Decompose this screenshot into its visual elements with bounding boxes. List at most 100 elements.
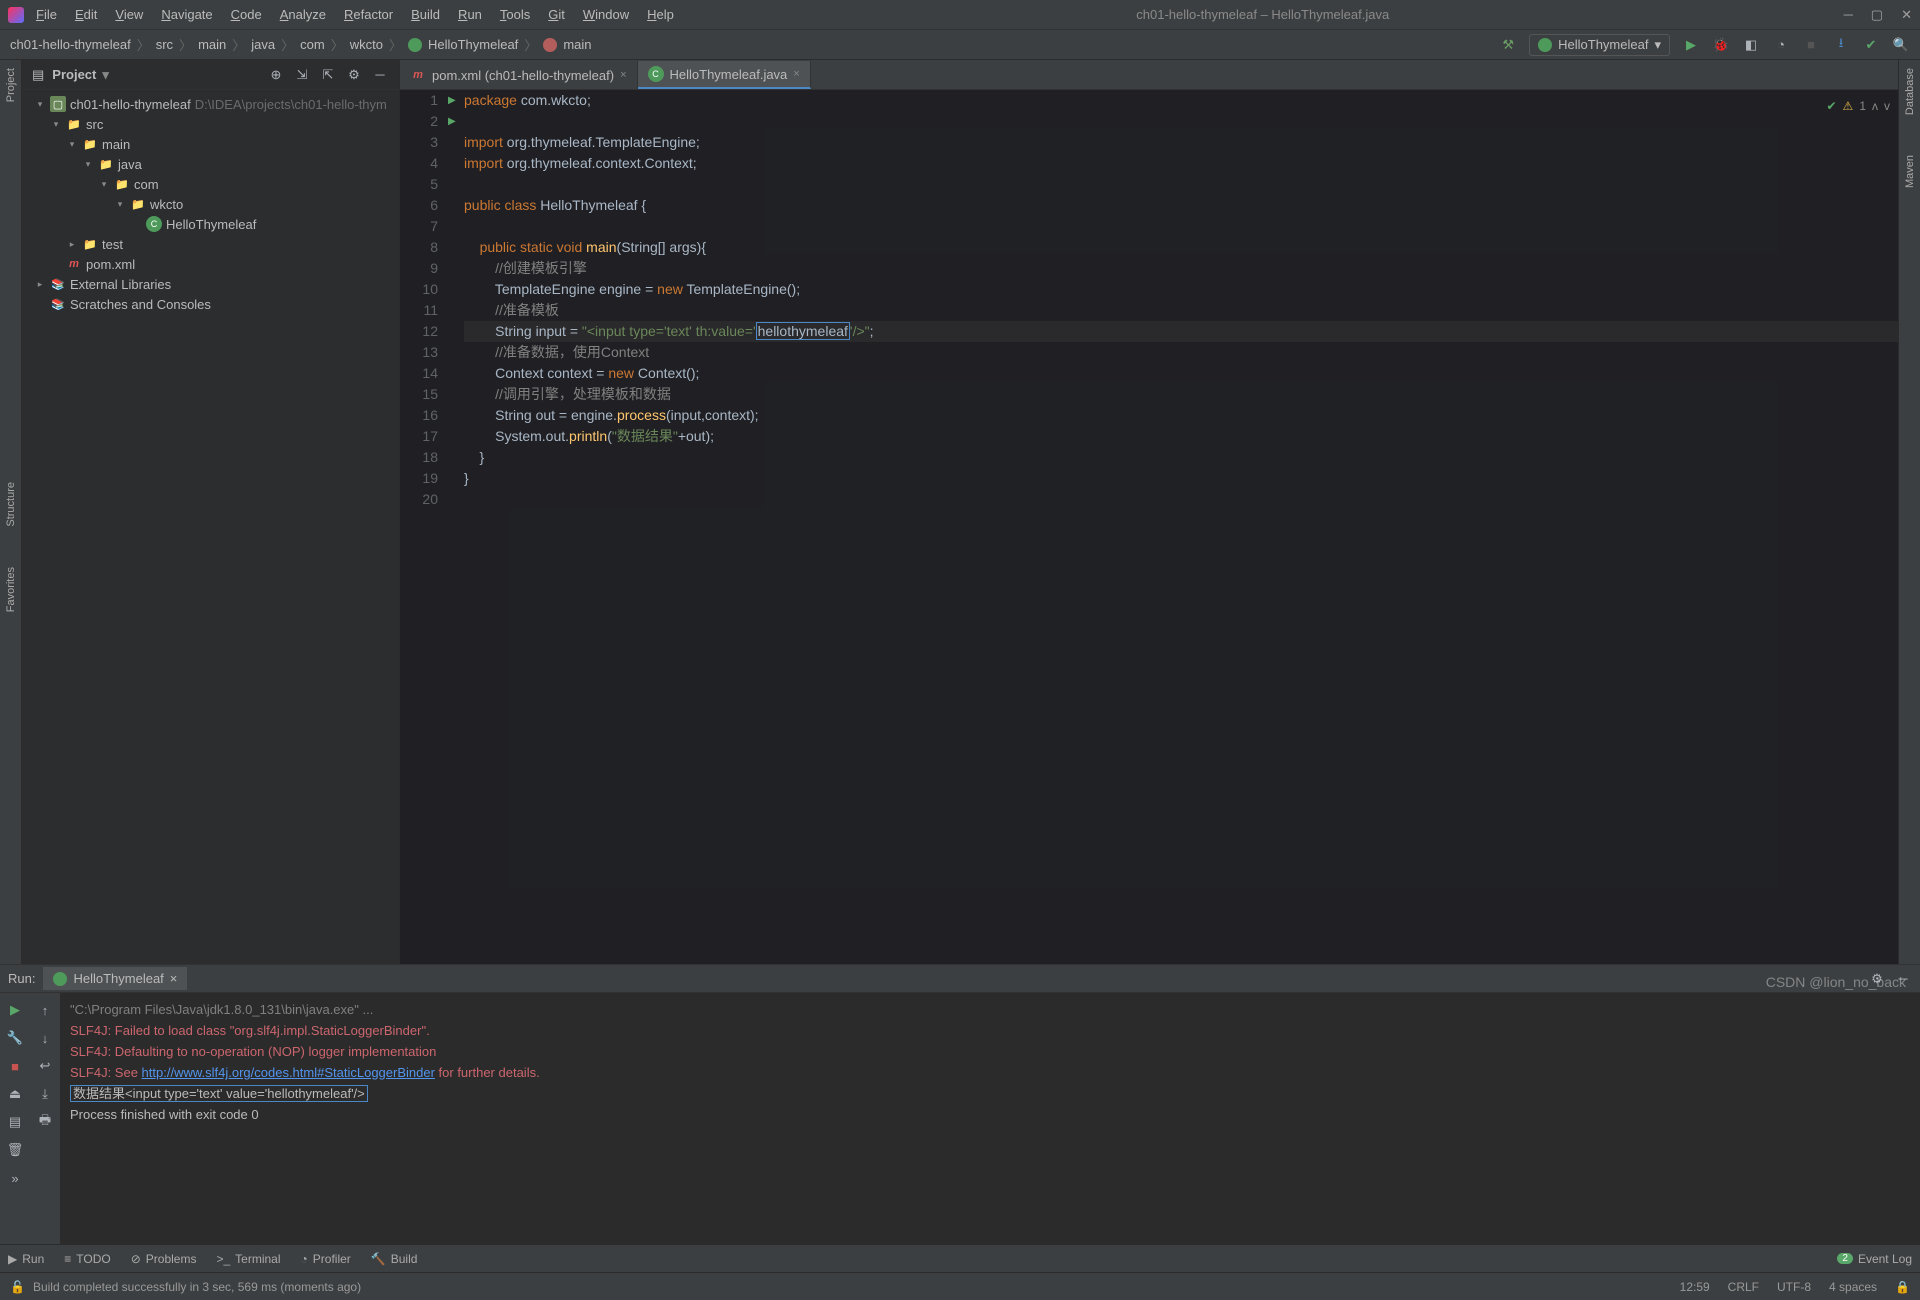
tree-node[interactable]: ▾📁 java — [22, 154, 399, 174]
run-tab[interactable]: HelloThymeleaf × — [43, 967, 187, 990]
inspection-widget[interactable]: ✔ ⚠1 ʌ v — [1826, 96, 1890, 117]
scroll-icon[interactable]: ⤓ — [36, 1085, 54, 1103]
menu-git[interactable]: Git — [540, 3, 573, 26]
menu-view[interactable]: View — [107, 3, 151, 26]
exit-icon[interactable]: ⏏ — [6, 1085, 24, 1103]
run-icon[interactable]: ▶ — [1682, 36, 1700, 54]
layout-icon[interactable]: ▤ — [6, 1113, 24, 1131]
breadcrumb-item[interactable]: com — [300, 37, 325, 52]
breadcrumb-item[interactable]: ch01-hello-thymeleaf — [10, 37, 131, 52]
hide-icon[interactable]: ─ — [1894, 970, 1912, 988]
rerun-icon[interactable]: ▶ — [6, 1001, 24, 1019]
hide-icon[interactable]: ─ — [371, 66, 389, 84]
tool-tab-favorites[interactable]: Favorites — [5, 567, 17, 612]
editor-tab[interactable]: CHelloThymeleaf.java× — [638, 61, 811, 89]
gutter-run-marks[interactable]: ▶▶ — [448, 90, 464, 964]
breadcrumb-item[interactable]: main — [563, 37, 591, 52]
stop-icon[interactable]: ■ — [1802, 36, 1820, 54]
settings-gear-icon[interactable]: ⚙ — [1868, 970, 1886, 988]
menu-build[interactable]: Build — [403, 3, 448, 26]
bottom-tool-profiler[interactable]: ◔Profiler — [301, 1252, 351, 1266]
menu-code[interactable]: Code — [223, 3, 270, 26]
breadcrumb-item[interactable]: java — [251, 37, 275, 52]
build-hammer-icon[interactable]: ⚒ — [1499, 36, 1517, 54]
tree-node[interactable]: ▸📁 test — [22, 234, 399, 254]
run-config-label: HelloThymeleaf — [1558, 37, 1648, 52]
status-lock-icon[interactable]: 🔓 — [10, 1280, 25, 1294]
menu-tools[interactable]: Tools — [492, 3, 538, 26]
editor-tab[interactable]: mpom.xml (ch01-hello-thymeleaf)× — [400, 61, 638, 89]
bottom-tool-problems[interactable]: ⊘Problems — [131, 1252, 197, 1266]
status-line-sep[interactable]: CRLF — [1728, 1280, 1759, 1294]
wrap-icon[interactable]: ↩ — [36, 1057, 54, 1075]
close-icon[interactable]: × — [620, 69, 626, 81]
maximize-icon[interactable]: ▢ — [1871, 7, 1883, 23]
tool-tab-maven[interactable]: Maven — [1904, 155, 1916, 188]
tree-node[interactable]: C HelloThymeleaf — [22, 214, 399, 234]
breadcrumb-item[interactable]: wkcto — [350, 37, 383, 52]
git-update-icon[interactable]: ⭳ — [1832, 36, 1850, 54]
project-panel-title[interactable]: Project ▾ — [52, 67, 109, 83]
chevron-up-icon[interactable]: ʌ — [1872, 96, 1878, 117]
menu-refactor[interactable]: Refactor — [336, 3, 401, 26]
tool-tab-database[interactable]: Database — [1904, 68, 1916, 115]
breadcrumb-item[interactable]: main — [198, 37, 226, 52]
status-readonly-icon[interactable]: 🔒 — [1895, 1280, 1910, 1294]
menu-edit[interactable]: Edit — [67, 3, 105, 26]
locate-icon[interactable]: ⊕ — [267, 66, 285, 84]
down-icon[interactable]: ↓ — [36, 1029, 54, 1047]
close-icon[interactable]: ✕ — [1901, 7, 1912, 23]
console-output[interactable]: "C:\Program Files\Java\jdk1.8.0_131\bin\… — [60, 993, 1920, 1244]
tree-node[interactable]: ▾📁 com — [22, 174, 399, 194]
project-tree[interactable]: ▾▢ ch01-hello-thymeleaf D:\IDEA\projects… — [22, 90, 399, 964]
tool-tab-structure[interactable]: Structure — [5, 482, 17, 527]
collapse-all-icon[interactable]: ⇱ — [319, 66, 337, 84]
menu-analyze[interactable]: Analyze — [272, 3, 334, 26]
close-icon[interactable]: × — [793, 68, 799, 80]
coverage-icon[interactable]: ◧ — [1742, 36, 1760, 54]
maven-icon: m — [410, 67, 426, 83]
tree-node[interactable]: ▾📁 wkcto — [22, 194, 399, 214]
tree-node[interactable]: m pom.xml — [22, 254, 399, 274]
tools-icon[interactable]: 🔧 — [6, 1029, 24, 1047]
git-commit-icon[interactable]: ✔ — [1862, 36, 1880, 54]
search-icon[interactable]: 🔍 — [1892, 36, 1910, 54]
close-icon[interactable]: × — [170, 971, 178, 986]
tree-node[interactable]: ▾📁 main — [22, 134, 399, 154]
tree-node[interactable]: ▾📁 src — [22, 114, 399, 134]
expand-all-icon[interactable]: ⇲ — [293, 66, 311, 84]
status-indent[interactable]: 4 spaces — [1829, 1280, 1877, 1294]
status-encoding[interactable]: UTF-8 — [1777, 1280, 1811, 1294]
stop-icon[interactable]: ■ — [6, 1057, 24, 1075]
more-icon[interactable]: » — [6, 1169, 24, 1187]
menu-help[interactable]: Help — [639, 3, 682, 26]
bottom-tool-terminal[interactable]: >_Terminal — [216, 1252, 280, 1266]
menu-window[interactable]: Window — [575, 3, 637, 26]
print-icon[interactable]: 🖶 — [36, 1113, 54, 1131]
chevron-down-icon[interactable]: v — [1884, 96, 1890, 117]
tree-node[interactable]: ▸📚 External Libraries — [22, 274, 399, 294]
bottom-tool-todo[interactable]: ≡TODO — [64, 1252, 110, 1266]
tree-node[interactable]: ▾▢ ch01-hello-thymeleaf D:\IDEA\projects… — [22, 94, 399, 114]
minimize-icon[interactable]: ─ — [1844, 7, 1853, 23]
run-config-selector[interactable]: HelloThymeleaf ▾ — [1529, 34, 1670, 56]
bottom-tool-run[interactable]: ▶Run — [8, 1252, 44, 1266]
code-content[interactable]: package com.wkcto; import org.thymeleaf.… — [464, 90, 1898, 964]
right-tool-stripe: Database Maven — [1898, 60, 1920, 964]
menu-file[interactable]: File — [28, 3, 65, 26]
tool-tab-project[interactable]: Project — [5, 68, 17, 102]
trash-icon[interactable]: 🗑 — [6, 1141, 24, 1159]
menu-navigate[interactable]: Navigate — [153, 3, 220, 26]
breadcrumb-item[interactable]: src — [156, 37, 173, 52]
event-log-button[interactable]: 2 Event Log — [1837, 1252, 1912, 1266]
class-icon — [1538, 38, 1552, 52]
menu-run[interactable]: Run — [450, 3, 490, 26]
bottom-tool-build[interactable]: 🔨Build — [371, 1252, 418, 1266]
up-icon[interactable]: ↑ — [36, 1001, 54, 1019]
tree-node[interactable]: 📚 Scratches and Consoles — [22, 294, 399, 314]
settings-gear-icon[interactable]: ⚙ — [345, 66, 363, 84]
debug-icon[interactable]: 🐞 — [1712, 36, 1730, 54]
profile-icon[interactable]: ◔ — [1772, 36, 1790, 54]
breadcrumb-item[interactable]: HelloThymeleaf — [428, 37, 518, 52]
maven-icon: m — [66, 256, 82, 272]
